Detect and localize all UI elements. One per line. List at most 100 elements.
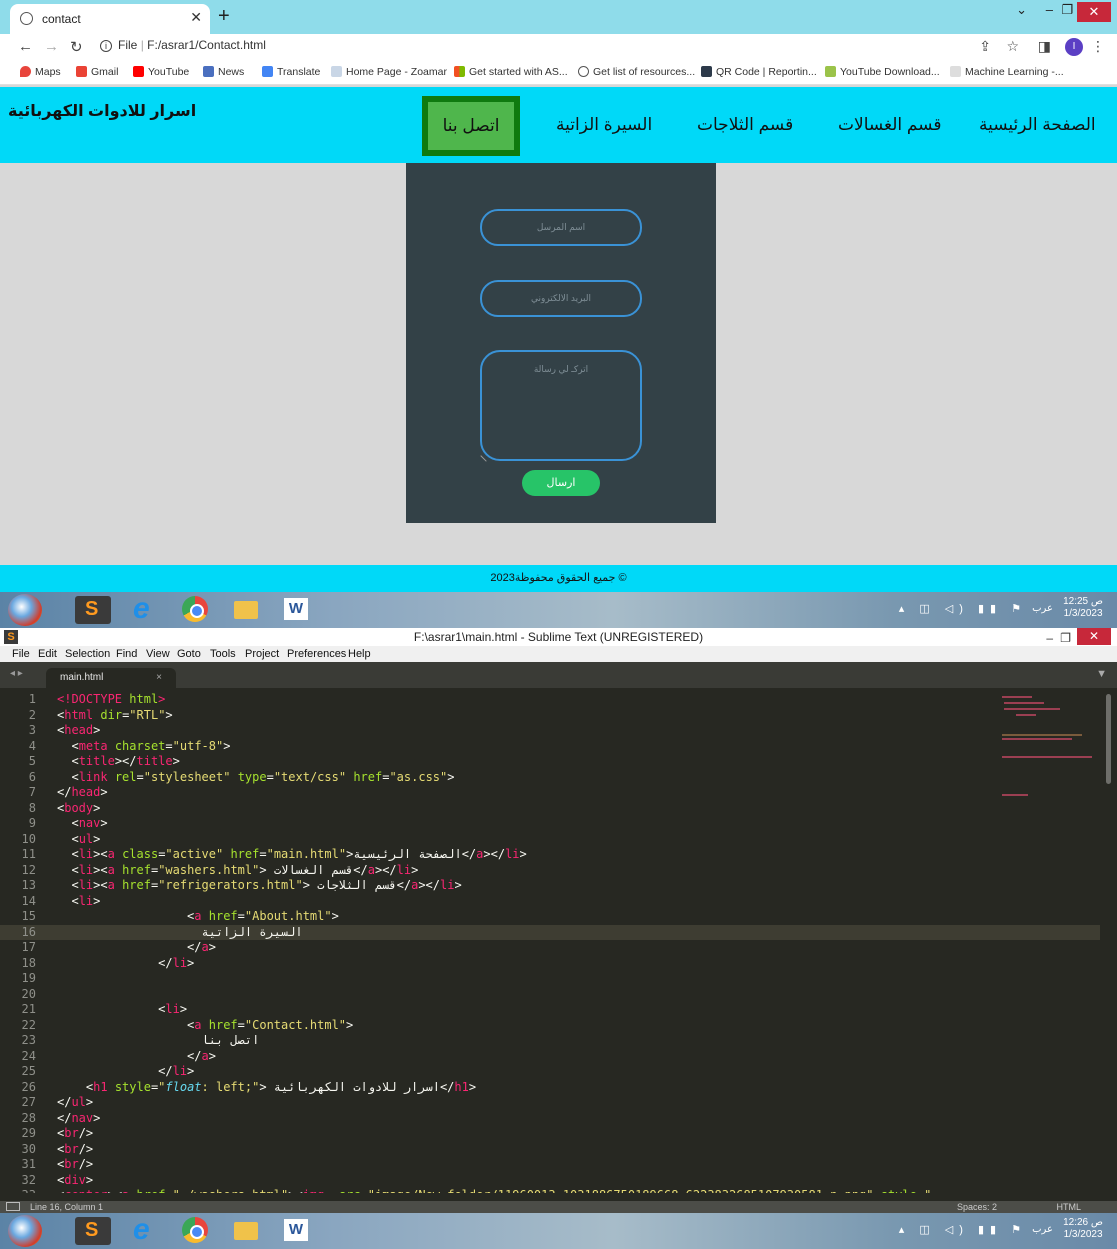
menu-selection[interactable]: Selection: [65, 648, 110, 660]
bookmark-label: Gmail: [91, 66, 119, 78]
restore-button[interactable]: ❐: [1060, 629, 1071, 647]
indentation-setting[interactable]: Spaces: 2: [957, 1201, 997, 1213]
nav-refrigerators[interactable]: قسم الثلاجات: [697, 115, 793, 135]
sublime-window: S F:\asrar1\main.html - Sublime Text (UN…: [0, 628, 1117, 1213]
panel-toggle-icon[interactable]: [6, 1202, 20, 1211]
menu-edit[interactable]: Edit: [38, 648, 57, 660]
bookmark-azure[interactable]: Get started with AS...: [454, 66, 568, 78]
profile-avatar[interactable]: I: [1065, 38, 1083, 56]
minimize-button[interactable]: –: [1046, 2, 1053, 17]
menu-kebab-icon[interactable]: ⋮: [1091, 38, 1105, 55]
file-explorer-icon[interactable]: [228, 1217, 264, 1245]
start-button[interactable]: [8, 594, 42, 626]
chrome-taskbar-icon[interactable]: [178, 596, 214, 624]
menu-tools[interactable]: Tools: [210, 648, 236, 660]
language-indicator[interactable]: عرب: [1032, 1224, 1053, 1235]
menu-project[interactable]: Project: [245, 648, 279, 660]
code-editor[interactable]: 1 <!DOCTYPE html> 2 <html dir="RTL"> 3 <hea…: [0, 688, 1100, 1193]
language-indicator[interactable]: عرب: [1032, 603, 1053, 614]
window-close-button[interactable]: ✕: [1077, 628, 1111, 645]
address-bar[interactable]: i File | F:/asrar1/Contact.html: [100, 38, 266, 52]
tab-dropdown-icon[interactable]: ▼: [1096, 668, 1107, 680]
cursor-position: Line 16, Column 1: [30, 1202, 104, 1212]
message-textarea[interactable]: اتركـ لي رسالة: [480, 350, 642, 461]
bookmark-yt-download[interactable]: YouTube Download...: [825, 66, 940, 78]
browser-toolbar: ← → ↻ i File | F:/asrar1/Contact.html ⇪ ☆…: [0, 34, 1117, 60]
restore-button[interactable]: ❐: [1061, 2, 1073, 18]
nav-home[interactable]: الصفحة الرئيسية: [979, 115, 1096, 135]
tab-search-icon[interactable]: ⌄: [1016, 2, 1027, 18]
new-tab-button[interactable]: +: [218, 5, 230, 28]
bookmark-label: YouTube: [148, 66, 190, 78]
system-tray-icons[interactable]: ▴ ◫ ◁) ▮▮ ⚑: [899, 602, 1027, 615]
internet-explorer-icon[interactable]: [125, 592, 161, 626]
sublime-taskbar-icon[interactable]: [75, 596, 111, 624]
bookmark-youtube[interactable]: YouTube: [133, 66, 189, 78]
sender-name-input[interactable]: اسم المرسل: [480, 209, 642, 246]
translate-icon: [262, 66, 273, 77]
globe-icon: [20, 12, 33, 25]
bookmark-zoamar[interactable]: Home Page - Zoamar: [331, 66, 447, 78]
email-input[interactable]: البريد الالكتروني: [480, 280, 642, 317]
sublime-window-title: F:\asrar1\main.html - Sublime Text (UNRE…: [413, 630, 704, 644]
android-icon: [825, 66, 836, 77]
browser-tab[interactable]: contact ✕: [10, 4, 210, 34]
sublime-taskbar-icon[interactable]: [75, 1217, 111, 1245]
back-icon[interactable]: ←: [18, 38, 33, 55]
nav-washers[interactable]: قسم الغسالات: [838, 115, 941, 135]
file-explorer-icon[interactable]: [228, 596, 264, 624]
bookmark-qrcode[interactable]: QR Code | Reportin...: [701, 66, 817, 78]
youtube-icon: [133, 66, 144, 77]
send-button[interactable]: ارسال: [522, 470, 600, 496]
clock[interactable]: 12:25 ص 1/3/2023: [1063, 596, 1103, 620]
maps-pin-icon: [20, 66, 31, 77]
start-button[interactable]: [8, 1215, 42, 1247]
vertical-scrollbar[interactable]: [1106, 694, 1111, 784]
tab-title: contact: [42, 12, 81, 26]
site-content: اسم المرسل البريد الالكتروني اتركـ لي رس…: [0, 163, 1117, 565]
menu-help[interactable]: Help: [348, 648, 371, 660]
menu-find[interactable]: Find: [116, 648, 137, 660]
bookmark-star-icon[interactable]: ☆: [1006, 38, 1019, 55]
word-taskbar-icon[interactable]: [278, 1217, 314, 1245]
nav-contact[interactable]: اتصل بنا: [422, 96, 520, 156]
browser-window: contact ✕ + ⌄ – ❐ ✕ ← → ↻ i File | F:/asr…: [0, 0, 1117, 592]
bookmark-gmail[interactable]: Gmail: [76, 66, 118, 78]
menu-view[interactable]: View: [146, 648, 170, 660]
menu-file[interactable]: File: [12, 648, 30, 660]
internet-explorer-icon[interactable]: [125, 1213, 161, 1247]
tab-nav-arrows-icon[interactable]: ◂ ▸: [10, 668, 23, 679]
editor-tab[interactable]: main.html ×: [46, 668, 176, 688]
side-panel-icon[interactable]: ◨: [1038, 38, 1051, 55]
syntax-setting[interactable]: HTML: [1057, 1201, 1082, 1213]
bookmark-translate[interactable]: Translate: [262, 66, 320, 78]
bookmark-ml[interactable]: Machine Learning -...: [950, 66, 1064, 78]
ml-site-icon: [950, 66, 961, 77]
bookmark-label: Machine Learning -...: [965, 66, 1064, 78]
menu-preferences[interactable]: Preferences: [287, 648, 346, 660]
site-navbar: اسرار للادوات الكهربائية اتصل بنا السيرة…: [0, 87, 1117, 163]
minimize-button[interactable]: –: [1046, 629, 1053, 647]
chrome-taskbar-icon[interactable]: [178, 1217, 214, 1245]
word-taskbar-icon[interactable]: [278, 596, 314, 624]
info-icon[interactable]: i: [100, 40, 112, 52]
clock[interactable]: 12:26 ص 1/3/2023: [1063, 1217, 1103, 1241]
site-brand-title: اسرار للادوات الكهربائية: [8, 103, 197, 120]
bookmark-resources[interactable]: Get list of resources...: [578, 66, 695, 78]
window-close-button[interactable]: ✕: [1077, 2, 1111, 22]
forward-icon[interactable]: →: [44, 38, 59, 55]
minimap[interactable]: [1000, 694, 1100, 814]
reload-icon[interactable]: ↻: [70, 38, 83, 56]
nav-about[interactable]: السيرة الزاتية: [556, 115, 652, 135]
bookmark-news[interactable]: News: [203, 66, 244, 78]
bookmark-label: Translate: [277, 66, 321, 78]
share-icon[interactable]: ⇪: [979, 38, 991, 55]
news-icon: [203, 66, 214, 77]
sublime-tabbar: ◂ ▸ main.html × ▼: [0, 662, 1117, 688]
close-tab-icon[interactable]: ×: [156, 668, 162, 688]
sublime-statusbar: Line 16, Column 1 Spaces: 2 HTML: [0, 1201, 1117, 1213]
close-tab-icon[interactable]: ✕: [190, 9, 202, 26]
system-tray-icons[interactable]: ▴ ◫ ◁) ▮▮ ⚑: [899, 1223, 1027, 1236]
bookmark-maps[interactable]: Maps: [20, 66, 61, 78]
menu-goto[interactable]: Goto: [177, 648, 201, 660]
